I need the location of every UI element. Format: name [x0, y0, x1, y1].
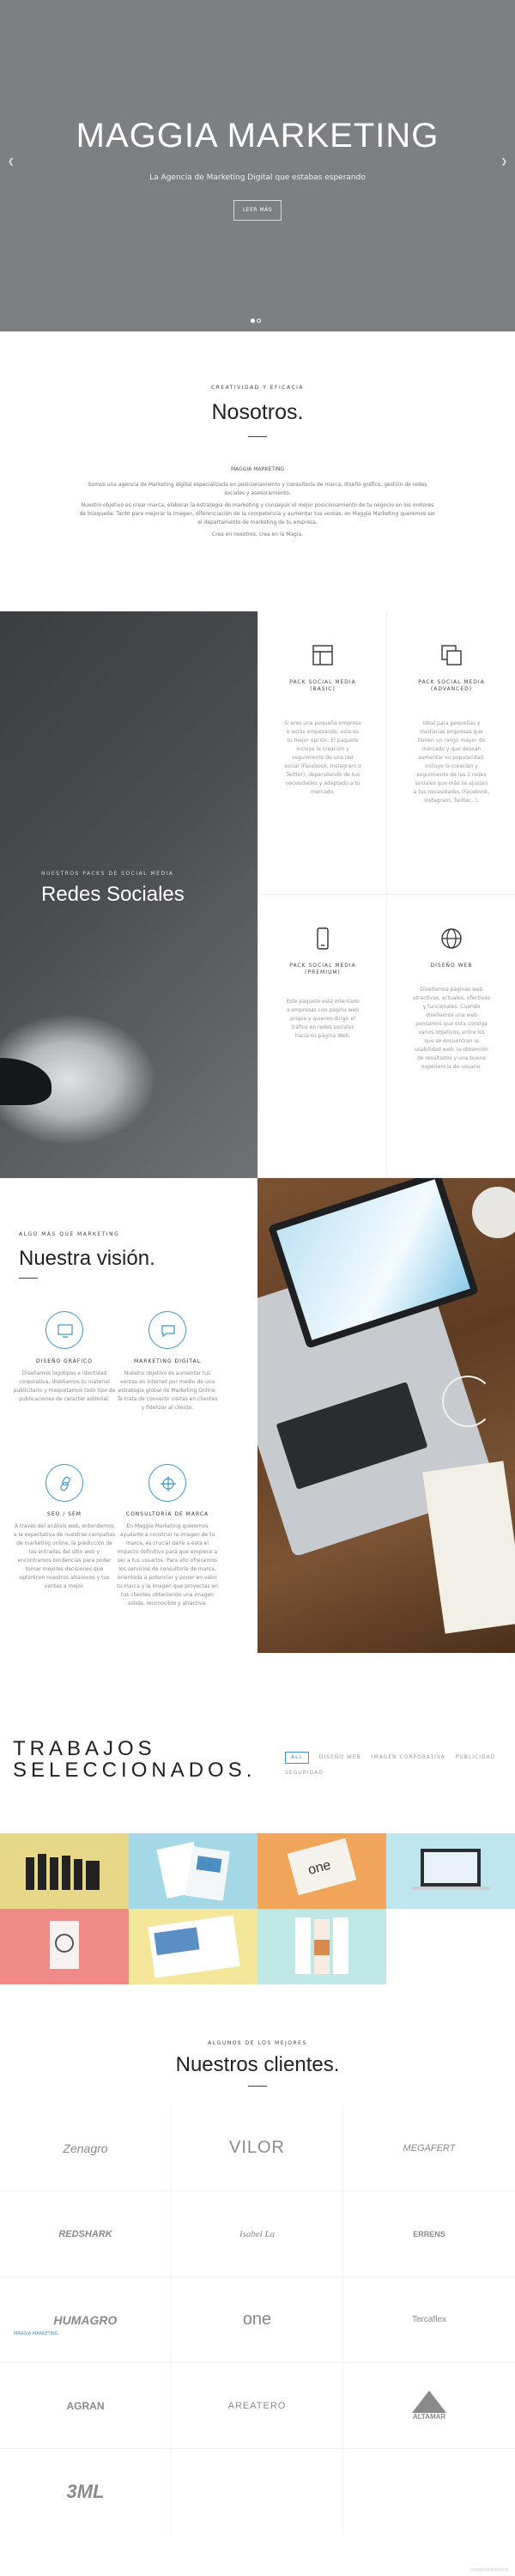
vision-title: Nuestra visión.	[19, 1247, 155, 1270]
service-title: PACK SOCIAL MEDIA (BASIC)	[289, 679, 356, 692]
crosshair-icon	[161, 1476, 176, 1492]
vision-kicker: ALGO MÁS QUE MARKETING	[19, 1231, 120, 1237]
service-description: Ideal para pequeñas y medianas empresas …	[413, 720, 490, 804]
client-logo: MEGAFERT	[343, 2105, 515, 2191]
mobile-icon	[317, 927, 329, 950]
slider-dot-1[interactable]	[251, 319, 255, 323]
chevron-right-icon[interactable]: ❯	[500, 158, 507, 167]
feature-title: DISEÑO GRÁFICO	[36, 1358, 93, 1364]
client-logo-empty	[172, 2449, 343, 2535]
portfolio-item[interactable]	[0, 1909, 129, 1984]
service-description: Si eres una pequeña empresa o estás empe…	[284, 720, 361, 795]
portfolio-item[interactable]: one	[258, 1833, 386, 1909]
client-logo: REDSHARK	[0, 2191, 172, 2277]
client-logo: AGRAN	[0, 2363, 172, 2449]
service-pack-basic[interactable]: PACK SOCIAL MEDIA (BASIC) Si eres una pe…	[258, 611, 386, 895]
service-pack-advanced[interactable]: PACK SOCIAL MEDIA (ADVANCED) Ideal para …	[386, 611, 515, 895]
trabajos-section: TRABAJOS SELECCIONADOS. ALL DISEÑO WEB IMAG…	[0, 1653, 515, 1833]
portfolio-item-empty	[386, 1909, 515, 1984]
redes-sociales-section: NUESTROS PACKS DE SOCIAL MEDIA Redes Soc…	[0, 611, 515, 1178]
nosotros-section: CREATIVIDAD Y EFICACIA Nosotros. MAGGIA …	[0, 331, 515, 611]
service-title: DISEÑO WEB	[430, 963, 473, 969]
trabajos-title-line-2: SELECCIONADOS.	[13, 1759, 257, 1782]
hero-subtitle: La Agencia de Marketing Digital que esta…	[149, 173, 366, 182]
trabajos-title-line-1: TRABAJOS	[13, 1737, 156, 1760]
service-diseno-web[interactable]: DISEÑO WEB Diseñamos páginas web atracti…	[386, 895, 515, 1178]
service-pack-premium[interactable]: PACK SOCIAL MEDIA (PREMIUM) Este paquete…	[258, 895, 386, 1178]
slider-dots	[250, 310, 262, 326]
nosotros-title: Nosotros.	[211, 400, 304, 424]
feature-consultoria-marca: CONSULTORÍA DE MARCA En Maggia Marketing…	[116, 1464, 219, 1608]
nosotros-kicker: CREATIVIDAD Y EFICACIA	[210, 385, 305, 391]
triangle-logo-icon	[412, 2391, 446, 2413]
client-logo: ALTAMAR	[343, 2363, 515, 2449]
service-title: PACK SOCIAL MEDIA (ADVANCED)	[418, 679, 485, 692]
client-logo: one	[172, 2277, 343, 2363]
hero-slider: ❮ ❯ MAGGIA MARKETING La Agencia de Marke…	[0, 0, 515, 331]
service-description: Este paquete está orientado a empresas c…	[286, 999, 360, 1039]
portfolio-item[interactable]	[129, 1833, 258, 1909]
feature-title: MARKETING DIGITAL	[133, 1358, 202, 1364]
footer-tag: maggiamarketing	[470, 2567, 509, 2573]
feature-marketing-digital: MARKETING DIGITAL Nuestro objetivo es au…	[116, 1311, 219, 1413]
client-logo: Tercaflex	[343, 2277, 515, 2363]
service-title: PACK SOCIAL MEDIA (PREMIUM)	[289, 963, 356, 975]
portfolio-item[interactable]	[129, 1909, 258, 1984]
copy-icon	[441, 645, 462, 665]
portfolio-item[interactable]	[386, 1833, 515, 1909]
client-logo: Zenagro	[0, 2105, 172, 2191]
filter-all[interactable]: ALL	[285, 1752, 309, 1764]
globe-icon	[441, 928, 462, 949]
feature-description: A través del análisis web, entendemos a …	[13, 1523, 116, 1589]
filter-imagen-corporativa[interactable]: IMAGEN CORPORATIVA	[372, 1750, 445, 1765]
client-logo: ERRENS	[343, 2191, 515, 2277]
feature-description: Diseñamos logotipos e identidad corporat…	[13, 1370, 116, 1402]
trabajos-title: TRABAJOS SELECCIONADOS.	[13, 1738, 256, 1781]
nosotros-mini-title: MAGGIA MARKETING	[230, 466, 284, 472]
client-logo: VILOR	[172, 2105, 343, 2191]
clientes-kicker: ALGUNOS DE LOS MEJORES	[208, 2040, 307, 2046]
portfolio-item[interactable]	[258, 1909, 386, 1984]
leer-mas-button[interactable]: LEER MÁS	[233, 200, 282, 221]
feature-diseno-grafico: DISEÑO GRÁFICO Diseñamos logotipos e ide…	[13, 1311, 116, 1404]
redes-kicker: NUESTROS PACKS DE SOCIAL MEDIA	[41, 871, 174, 877]
nosotros-paragraph-2: Nuestro objetivo es crear marca, elabora…	[79, 502, 436, 526]
portfolio-item[interactable]	[0, 1833, 129, 1909]
feature-seo-sem: SEO / SEM A través del análisis web, ent…	[13, 1464, 116, 1591]
clientes-divider	[248, 2086, 267, 2087]
redes-title: Redes Sociales	[41, 883, 185, 906]
laptop-photo	[258, 1178, 515, 1653]
feature-title: CONSULTORÍA DE MARCA	[125, 1511, 209, 1517]
monitor-icon	[58, 1324, 73, 1338]
filter-publicidad[interactable]: PUBLICIDAD	[456, 1750, 495, 1765]
shoe-photo: NUESTROS PACKS DE SOCIAL MEDIA Redes Soc…	[0, 611, 258, 1178]
service-description: Diseñamos páginas web atractivas, actual…	[413, 987, 490, 1070]
vision-divider	[19, 1278, 38, 1279]
feature-description: Nuestro objetivo es aumentar tus ventas …	[117, 1370, 218, 1411]
filter-seguridad[interactable]: SEGURIDAD	[285, 1765, 324, 1781]
portfolio-grid: one	[0, 1833, 515, 1985]
nosotros-divider	[248, 436, 267, 437]
clientes-section: ALGUNOS DE LOS MEJORES Nuestros clientes…	[0, 1985, 515, 2576]
client-logo: Isabel La	[172, 2191, 343, 2277]
nosotros-paragraph-1: Somos una agencia de Marketing digital e…	[88, 482, 427, 496]
portfolio-filters: ALL DISEÑO WEB IMAGEN CORPORATIVA PUBLICIDA…	[285, 1750, 508, 1781]
hero-title: MAGGIA MARKETING	[76, 117, 439, 155]
link-icon	[60, 1476, 70, 1492]
feature-title: SEO / SEM	[47, 1511, 82, 1517]
vision-section: ALGO MÁS QUE MARKETING Nuestra visión. D…	[0, 1178, 515, 1653]
slider-dot-2[interactable]	[257, 319, 261, 323]
chat-icon	[161, 1325, 175, 1338]
client-logo: 3ML	[0, 2449, 172, 2535]
feature-description: En Maggia Marketing queremos ayudarte a …	[116, 1523, 219, 1607]
clientes-title: Nuestros clientes.	[175, 2053, 340, 2076]
layout-icon	[312, 645, 333, 665]
filter-diseno-web[interactable]: DISEÑO WEB	[319, 1750, 361, 1765]
client-logo: AREATERO	[172, 2363, 343, 2449]
nosotros-paragraph-3: Crea en nosotros, crea en la Magia.	[211, 532, 304, 538]
client-logo: HUMAGRO	[0, 2277, 172, 2363]
side-tag: MAGGIA MARKETING	[14, 2331, 58, 2336]
chevron-left-icon[interactable]: ❮	[8, 158, 15, 167]
